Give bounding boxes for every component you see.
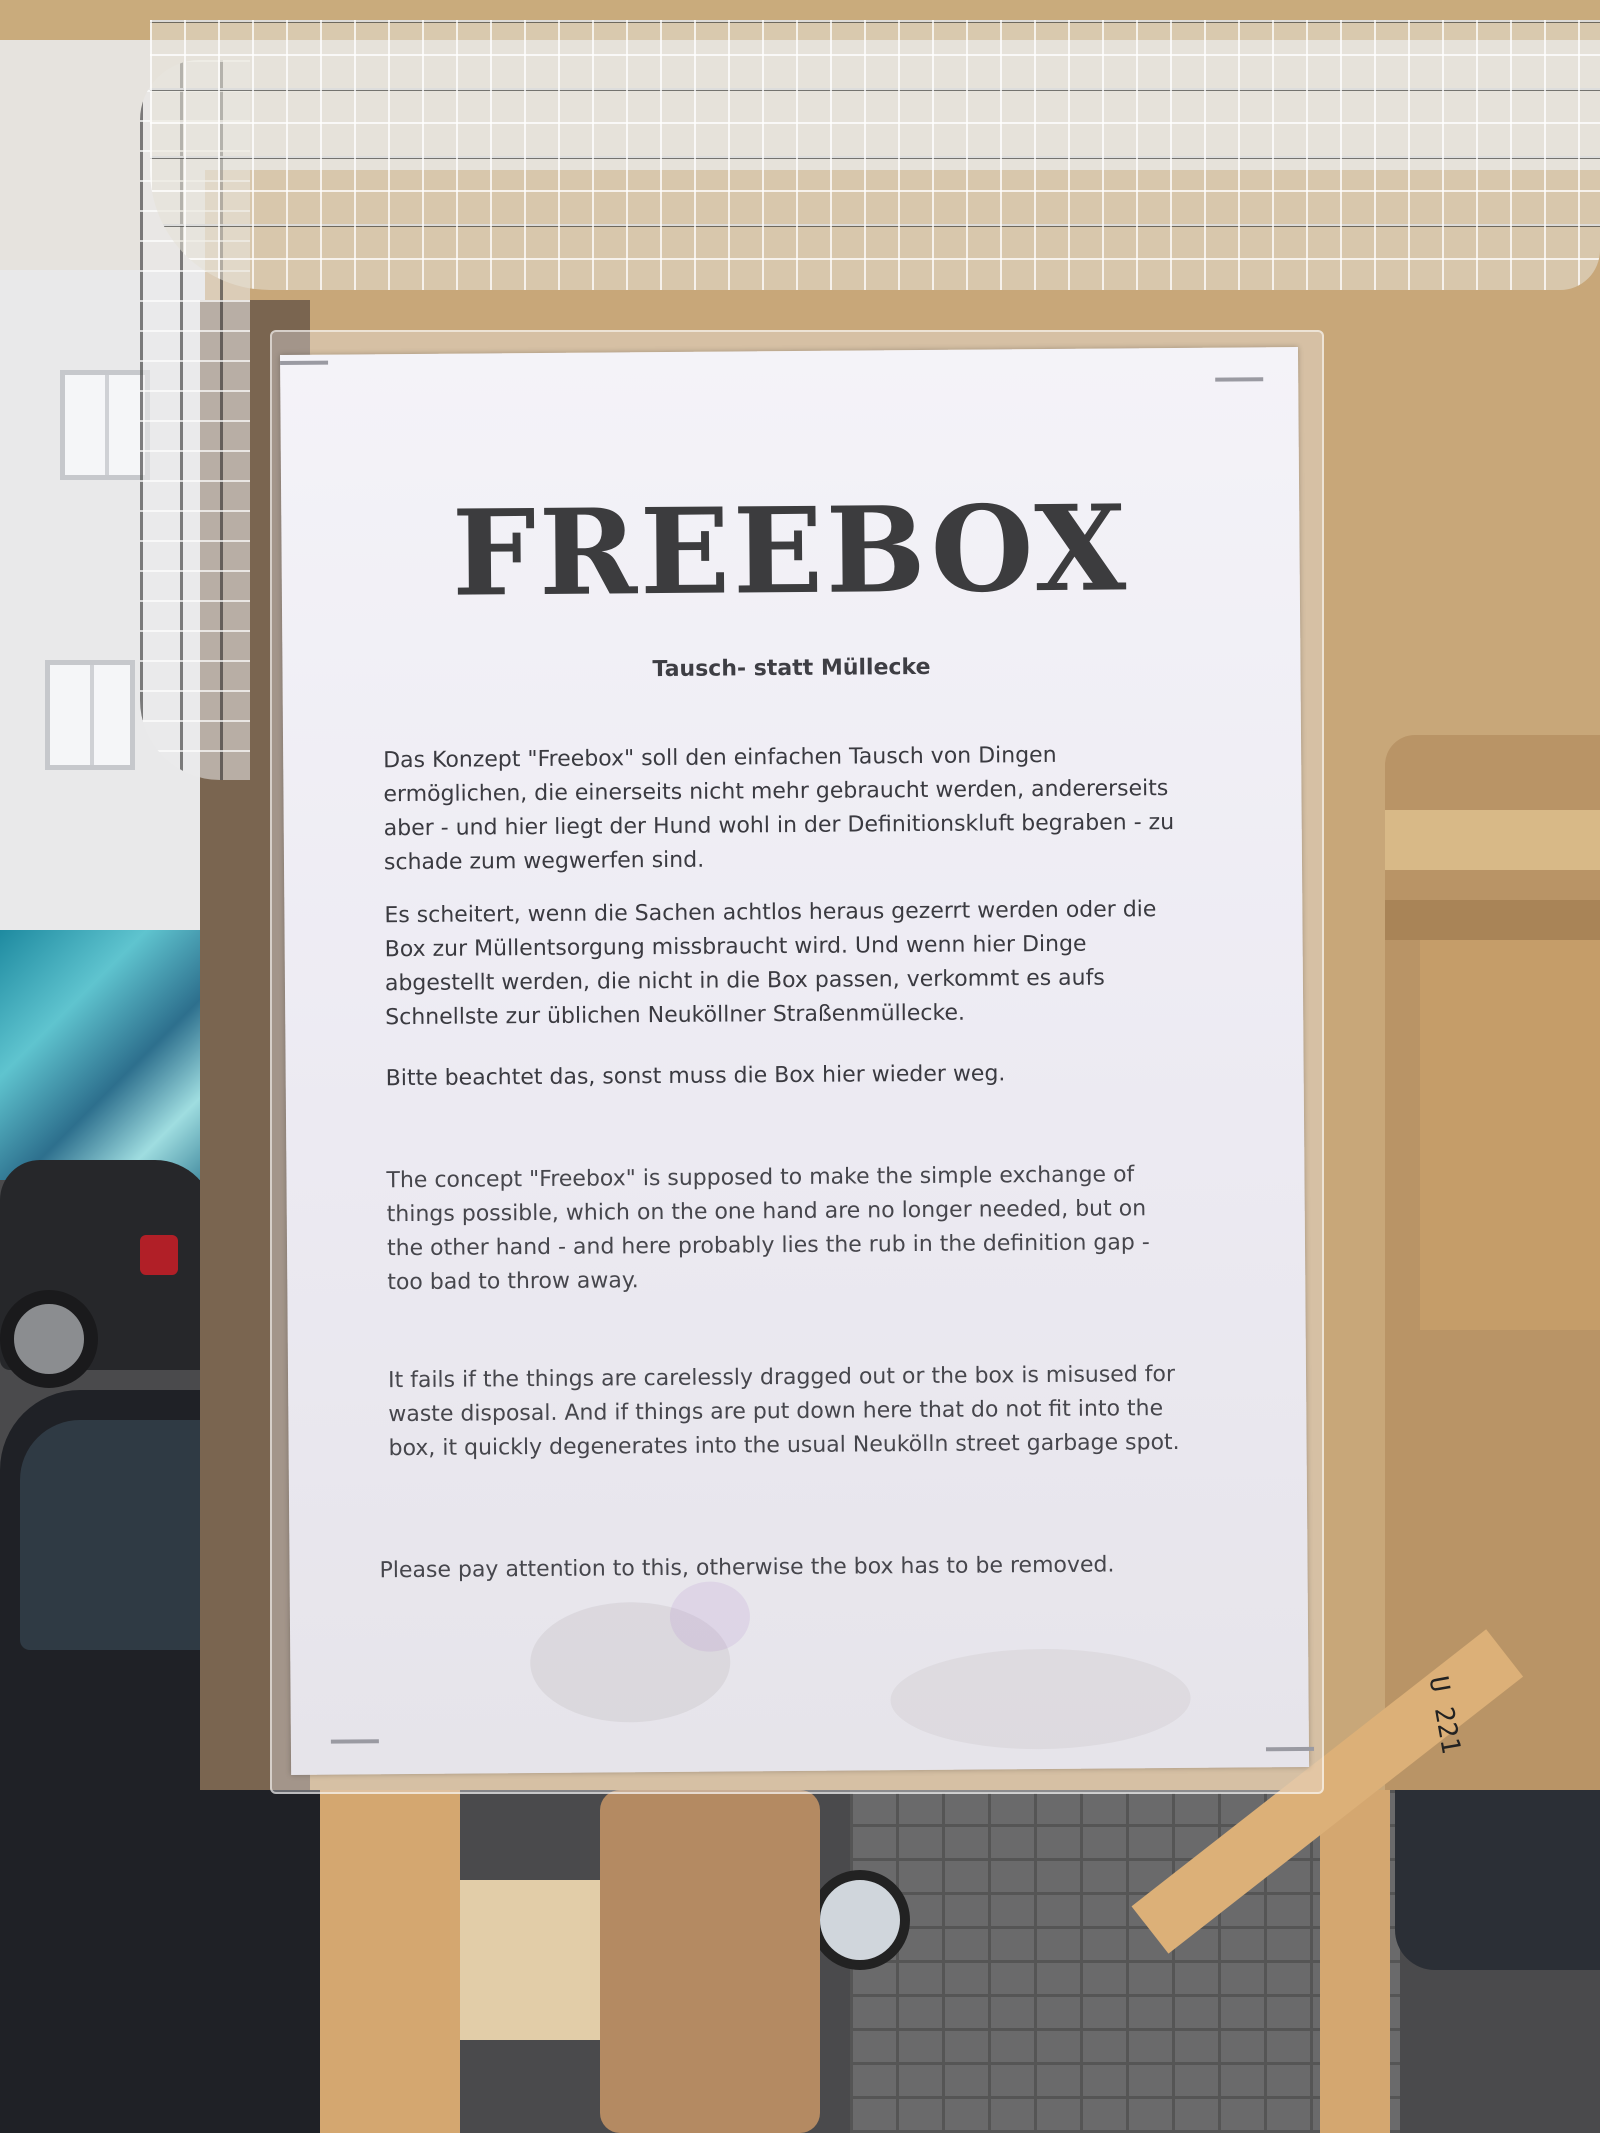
car-wheel — [0, 1290, 98, 1388]
staple — [280, 360, 329, 365]
plastic-mesh-sheet — [150, 20, 1600, 290]
box-shelf — [1385, 810, 1600, 870]
dirt-stain — [669, 1581, 751, 1652]
dirt-stain — [890, 1647, 1191, 1751]
wooden-leg — [320, 1790, 460, 2133]
staple — [330, 1739, 379, 1744]
lower-shelf — [460, 1880, 610, 2040]
staple — [1215, 377, 1264, 382]
staple — [1265, 1746, 1314, 1752]
building-window — [45, 660, 135, 770]
box-shelf — [1385, 900, 1600, 940]
english-paragraph: The concept "Freebox" is supposed to mak… — [386, 1162, 1150, 1296]
english-paragraph: It fails if the things are carelessly dr… — [387, 1362, 1180, 1462]
box-inner-wall — [1420, 930, 1600, 1330]
german-paragraph: Das Konzept "Freebox" soll den einfachen… — [383, 742, 1175, 876]
freebox-notice: FREEBOX Tausch- statt Müllecke Das Konze… — [280, 347, 1314, 1775]
german-paragraph: Bitte beachtet das, sonst muss die Box h… — [385, 1061, 1006, 1092]
cobblestone-pavement — [850, 1790, 1400, 2133]
car-tail-light — [140, 1235, 178, 1275]
english-paragraph: Please pay attention to this, otherwise … — [379, 1552, 1115, 1584]
notice-subtitle: Tausch- statt Müllecke — [652, 654, 931, 683]
building-window — [60, 370, 150, 480]
tree-branch-post — [600, 1790, 820, 2133]
german-paragraph: Es scheitert, wenn die Sachen achtlos he… — [384, 897, 1157, 1031]
wooden-leg — [1320, 1790, 1390, 2133]
car-headlamp — [810, 1870, 910, 1970]
notice-title: FREEBOX — [451, 478, 1130, 623]
